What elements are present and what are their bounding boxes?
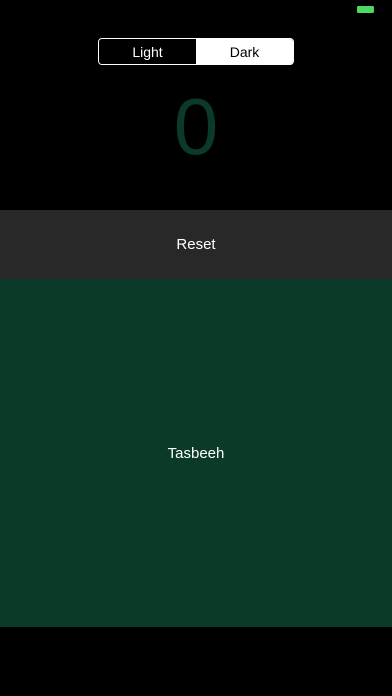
battery-icon [357,6,374,13]
segment-light[interactable]: Light [99,39,196,64]
segment-dark[interactable]: Dark [196,39,293,64]
reset-label: Reset [176,236,216,253]
counter-display: 0 [173,82,219,171]
status-bar [0,0,392,20]
tasbeeh-label: Tasbeeh [167,444,225,462]
reset-button[interactable]: Reset [0,210,392,279]
theme-segmented-control[interactable]: Light Dark [98,38,294,65]
tasbeeh-button[interactable]: Tasbeeh [0,279,392,627]
